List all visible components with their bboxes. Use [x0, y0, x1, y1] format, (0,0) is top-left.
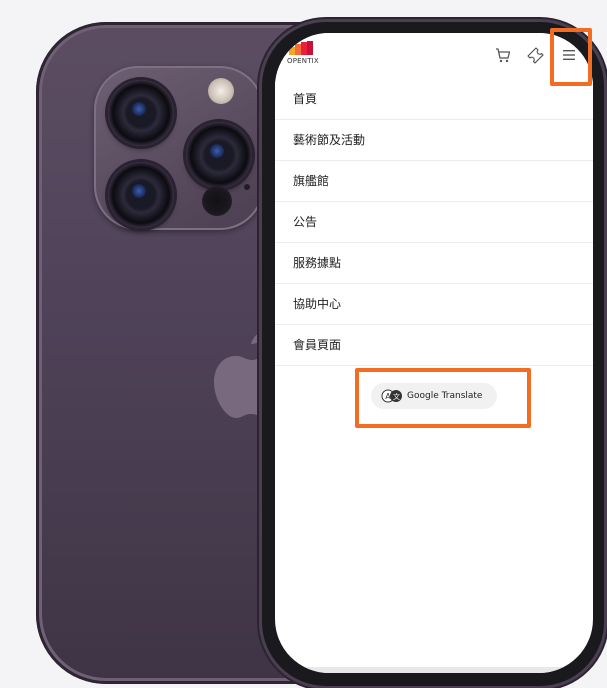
menu-item-help-center[interactable]: 協助中心 [275, 284, 593, 325]
top-navigation-bar: OPENTIX [275, 33, 593, 80]
screenshot-stage: OPENTIX 首頁 藝術節及活動 旗艦館 公告 服務據點 協助中心 會員頁面 … [0, 0, 607, 688]
microphone-dot [244, 184, 250, 190]
menu-item-service-locations[interactable]: 服務據點 [275, 243, 593, 284]
phone-screen: OPENTIX 首頁 藝術節及活動 旗艦館 公告 服務據點 協助中心 會員頁面 … [275, 33, 593, 673]
menu-item-member-page[interactable]: 會員頁面 [275, 325, 593, 366]
menu-item-home[interactable]: 首頁 [275, 79, 593, 120]
camera-lens-icon [108, 80, 174, 146]
ticket-icon[interactable] [523, 43, 547, 67]
navigation-menu: 首頁 藝術節及活動 旗艦館 公告 服務據點 協助中心 會員頁面 [275, 79, 593, 366]
flash-icon [208, 78, 234, 104]
phone-front-device: OPENTIX 首頁 藝術節及活動 旗艦館 公告 服務據點 協助中心 會員頁面 … [262, 22, 604, 686]
cart-icon[interactable] [491, 43, 515, 67]
logo-text: OPENTIX [287, 57, 319, 65]
opentix-logo-mark-icon [289, 41, 313, 55]
menu-item-announcements[interactable]: 公告 [275, 202, 593, 243]
opentix-logo[interactable]: OPENTIX [287, 41, 319, 69]
highlight-box-menu [550, 28, 592, 86]
menu-item-flagship[interactable]: 旗艦館 [275, 161, 593, 202]
camera-lens-icon [186, 122, 252, 188]
camera-lens-icon [108, 162, 174, 228]
bottom-bezel-strip [275, 667, 593, 673]
camera-module [94, 66, 264, 230]
lidar-sensor-icon [202, 186, 232, 216]
menu-item-festivals-events[interactable]: 藝術節及活動 [275, 120, 593, 161]
highlight-box-translate [355, 368, 531, 428]
